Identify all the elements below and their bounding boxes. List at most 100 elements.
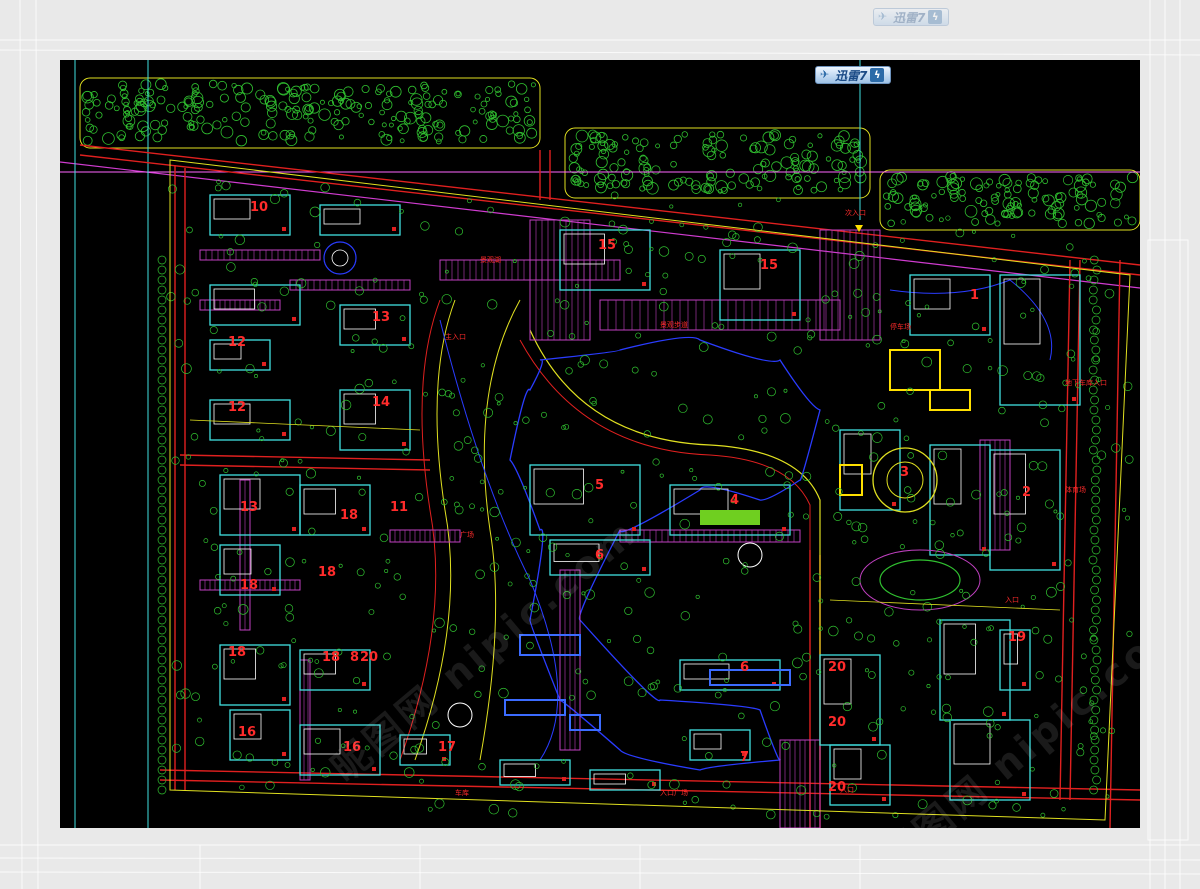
- tree-symbol: [625, 267, 632, 275]
- tree-symbol: [496, 114, 510, 128]
- tree-symbol: [871, 432, 883, 443]
- tree-symbol: [1020, 312, 1027, 319]
- tree-symbol: [419, 295, 428, 304]
- tree-symbol: [975, 184, 984, 193]
- tree-symbol: [157, 665, 167, 675]
- tree-symbol: [157, 405, 167, 415]
- tree-symbol: [1092, 615, 1101, 625]
- tree-symbol: [513, 115, 521, 124]
- tree-symbol: [449, 392, 456, 399]
- tree-symbol: [781, 741, 790, 750]
- tree-symbol: [1064, 559, 1072, 567]
- plan-annotation: 景观步道: [660, 321, 688, 329]
- tree-symbol: [554, 298, 560, 304]
- tree-symbol: [975, 197, 983, 204]
- tree-symbol: [386, 134, 393, 142]
- building-number-label: 13: [372, 310, 391, 325]
- tree-symbol: [220, 125, 234, 139]
- tree-symbol: [662, 272, 669, 279]
- tree-symbol: [545, 488, 555, 498]
- building-number-label: 2: [1022, 485, 1032, 500]
- pavilion: [504, 699, 566, 716]
- tree-symbol: [284, 604, 294, 613]
- tree-symbol: [358, 433, 367, 441]
- tree-symbol: [949, 173, 956, 180]
- pavilion: [569, 714, 601, 731]
- tree-symbol: [1026, 173, 1036, 183]
- building-number-label: 17: [438, 740, 457, 755]
- tree-symbol: [1028, 461, 1039, 471]
- plaza-circle: [872, 447, 938, 513]
- tree-symbol: [1091, 545, 1101, 555]
- building-number-label: 1: [970, 288, 980, 303]
- tree-symbol: [702, 414, 713, 425]
- tree-symbol: [157, 695, 167, 705]
- tree-symbol: [81, 108, 91, 117]
- tree-symbol: [824, 419, 830, 424]
- xunlei-badge[interactable]: ✈ 迅雷7 ϟ: [815, 66, 892, 84]
- xunlei-badge-label: 迅雷7: [835, 68, 868, 83]
- tree-symbol: [488, 803, 500, 815]
- tree-symbol: [887, 219, 895, 228]
- tree-symbol: [157, 435, 167, 445]
- tree-symbol: [174, 339, 184, 348]
- tree-symbol: [633, 634, 642, 644]
- tree-symbol: [410, 745, 419, 754]
- tree-symbol: [765, 466, 775, 477]
- site-plan-drawing: [60, 60, 1140, 828]
- tree-symbol: [157, 535, 167, 545]
- tree-symbol: [766, 809, 776, 820]
- tree-symbol: [1066, 243, 1074, 251]
- tree-symbol: [730, 804, 736, 810]
- tree-symbol: [157, 575, 167, 585]
- tree-symbol: [399, 138, 405, 144]
- tree-symbol: [399, 593, 406, 600]
- tree-symbol: [454, 227, 464, 236]
- tree-symbol: [1062, 175, 1074, 186]
- tree-symbol: [1070, 268, 1080, 278]
- tree-symbol: [526, 549, 531, 554]
- tree-symbol: [174, 264, 185, 275]
- tree-symbol: [441, 294, 452, 305]
- tree-symbol: [210, 543, 219, 551]
- tree-symbol: [882, 192, 891, 200]
- plan-annotation: 停车场: [890, 323, 911, 331]
- tree-symbol: [526, 119, 533, 126]
- tree-symbol: [738, 434, 745, 441]
- tree-symbol: [1090, 745, 1100, 755]
- tree-symbol: [956, 529, 964, 537]
- tree-symbol: [469, 503, 475, 510]
- tree-symbol: [209, 506, 218, 515]
- tree-symbol: [496, 401, 501, 406]
- tree-symbol: [157, 625, 167, 635]
- tree-symbol: [230, 659, 236, 664]
- tree-symbol: [92, 98, 101, 107]
- tree-symbol: [182, 111, 193, 122]
- tree-symbol: [157, 565, 167, 575]
- tree-symbol: [286, 107, 299, 120]
- tree-symbol: [1040, 418, 1049, 428]
- tree-symbol: [1016, 522, 1027, 533]
- building-number-label: 6: [740, 660, 750, 675]
- tree-symbol: [926, 684, 931, 689]
- tree-symbol: [157, 655, 167, 665]
- tree-symbol: [157, 755, 167, 765]
- tree-symbol: [821, 295, 830, 304]
- tree-symbol: [617, 158, 626, 167]
- tree-symbol: [823, 813, 830, 820]
- tree-symbol: [893, 417, 899, 423]
- tree-symbol: [998, 406, 1006, 415]
- tree-symbol: [1124, 214, 1129, 220]
- building-outline: [989, 449, 1061, 571]
- tree-symbol: [313, 668, 324, 679]
- tree-symbol: [937, 450, 948, 461]
- tree-symbol: [1091, 495, 1101, 505]
- tree-symbol: [318, 108, 331, 121]
- tree-symbol: [160, 119, 169, 127]
- tree-symbol: [222, 117, 228, 123]
- tree-symbol: [408, 343, 415, 350]
- tree-symbol: [420, 112, 432, 124]
- tree-symbol: [754, 236, 761, 244]
- tree-symbol: [547, 329, 554, 337]
- tree-symbol: [756, 185, 763, 192]
